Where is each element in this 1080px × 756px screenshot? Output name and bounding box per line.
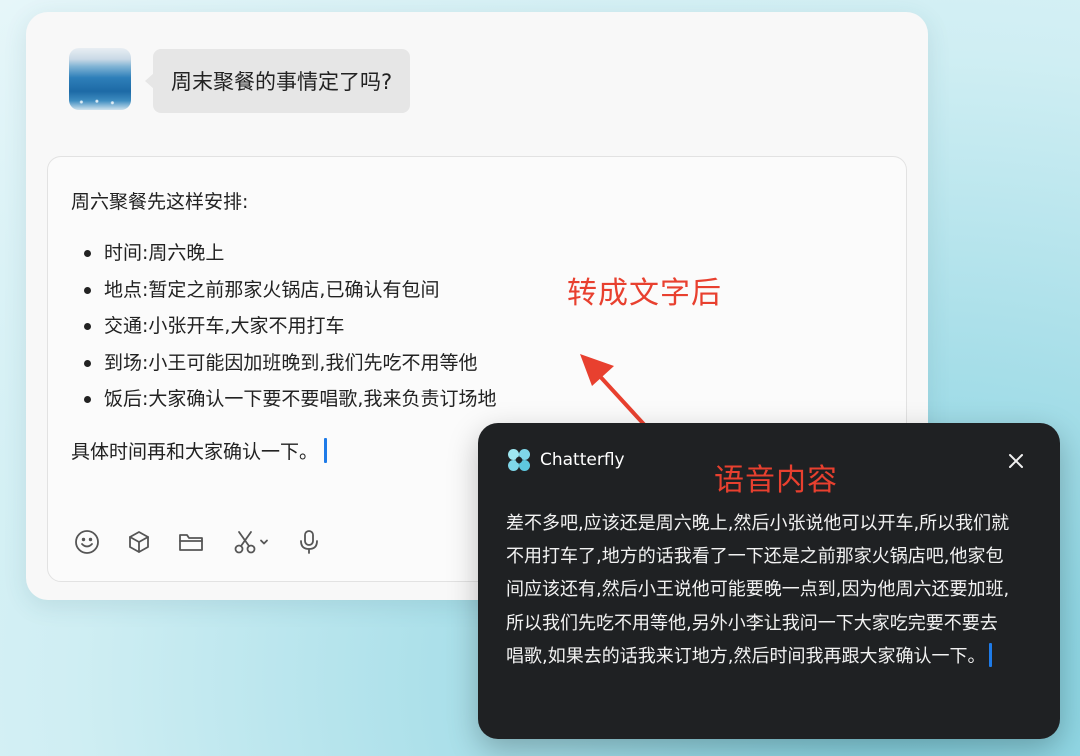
close-icon [1009,454,1023,468]
text-cursor [324,438,328,463]
microphone-icon[interactable] [294,527,324,557]
incoming-message-bubble: 周末聚餐的事情定了吗? [144,49,411,113]
annotation-voice-label: 语音内容 [714,463,838,498]
chevron-down-icon [260,539,268,545]
screenshot-menu[interactable] [228,527,274,557]
list-item: 交通:小张开车,大家不用打车 [84,308,496,345]
draft-intro: 周六聚餐先这样安排: [71,191,249,213]
list-item: 时间:周六晚上 [84,235,496,272]
draft-closing: 具体时间再和大家确认一下。 [71,437,328,464]
text-cursor [989,642,993,667]
list-item: 到场:小王可能因加班晚到,我们先吃不用等他 [84,345,496,382]
annotation-converted-label: 转成文字后 [567,276,722,311]
cube-icon[interactable] [124,527,154,557]
composer-toolbar [72,527,346,557]
list-item: 饭后:大家确认一下要不要唱歌,我来负责订场地 [84,381,496,418]
voice-transcription-popup: Chatterfly 语音内容 差不多吧,应该还是周六晚上,然后小张说他可以开车… [478,423,1060,739]
emoji-icon[interactable] [72,527,102,557]
avatar[interactable] [69,48,131,110]
brand-name: Chatterfly [540,450,625,470]
list-item: 地点:暂定之前那家火锅店,已确认有包间 [84,272,496,309]
draft-bullet-list: 时间:周六晚上 地点:暂定之前那家火锅店,已确认有包间 交通:小张开车,大家不用… [84,235,496,418]
voice-transcript-text: 差不多吧,应该还是周六晚上,然后小张说他可以开车,所以我们就不用打车了,地方的话… [506,513,1010,667]
close-button[interactable] [1001,446,1031,476]
folder-icon[interactable] [176,527,206,557]
voice-transcript: 差不多吧,应该还是周六晚上,然后小张说他可以开车,所以我们就不用打车了,地方的话… [506,507,1014,673]
butterfly-logo-icon [508,449,530,471]
brand: Chatterfly [506,447,625,473]
scissors-icon [234,531,256,554]
draft-closing-text: 具体时间再和大家确认一下。 [71,441,319,463]
